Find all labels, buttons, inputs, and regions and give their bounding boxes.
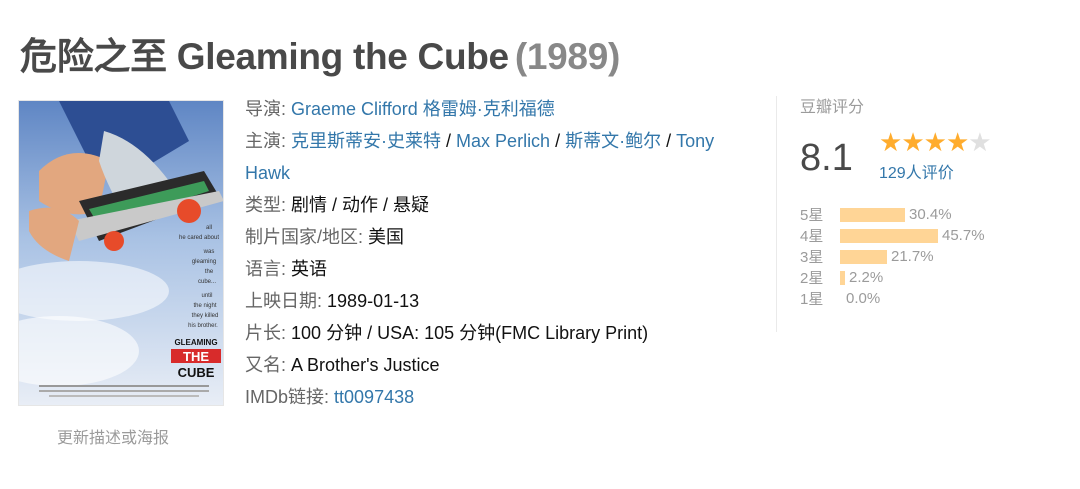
cast-row: 主演: 克里斯蒂安·史莱特 / Max Perlich / 斯蒂文·鲍尔 / T… xyxy=(245,131,715,183)
director-link[interactable]: Graeme Clifford 格雷姆·克利福德 xyxy=(291,99,555,119)
poster-tagline-5: cube... xyxy=(198,279,216,285)
country-row: 制片国家/地区: 美国 xyxy=(245,221,755,253)
aka-row: 又名: A Brother's Justice xyxy=(245,349,755,381)
rating-dist-bar xyxy=(840,270,845,285)
poster-tagline-8: they killed xyxy=(192,313,219,319)
star-icon: ★ xyxy=(923,127,947,157)
rating-dist-percent: 30.4% xyxy=(909,206,952,223)
rating-dist-label: 1星 xyxy=(800,291,824,308)
update-description-link[interactable]: 更新描述或海报 xyxy=(57,424,169,448)
runtime-value: 100 分钟 / USA: 105 分钟(FMC Library Print) xyxy=(291,323,649,343)
rating-dist-label: 4星 xyxy=(800,228,824,245)
country-label: 制片国家/地区: xyxy=(245,227,364,247)
rating-dist-label: 5星 xyxy=(800,207,824,224)
poster-tagline-2: was xyxy=(203,249,215,255)
genre-label: 类型: xyxy=(245,195,287,215)
rating-dist-row: 4星 45.7% xyxy=(800,225,985,246)
cast-link-3[interactable]: 斯蒂文·鲍尔 xyxy=(565,131,661,151)
rating-panel: 豆瓣评分 8.1 ★★★★★ 129人评价 xyxy=(800,93,1060,182)
cast-link-2[interactable]: Max Perlich xyxy=(456,131,550,151)
rating-dist-row: 5星 30.4% xyxy=(800,204,985,225)
cast-link-1[interactable]: 克里斯蒂安·史莱特 xyxy=(291,131,441,151)
poster-logo-top: GLEAMING xyxy=(174,338,217,347)
poster-tagline-3: gleaming xyxy=(192,259,216,265)
rating-dist-label: 3星 xyxy=(800,249,824,266)
rating-dist-percent: 0.0% xyxy=(846,290,881,307)
poster-tagline-0: all xyxy=(206,225,212,231)
director-label: 导演: xyxy=(245,99,287,119)
rating-dist-percent: 2.2% xyxy=(849,269,884,286)
release-row: 上映日期: 1989-01-13 xyxy=(245,285,755,317)
poster-logo-mid: THE xyxy=(183,349,209,364)
genre-value: 剧情 / 动作 / 悬疑 xyxy=(291,195,430,215)
movie-info: 导演: Graeme Clifford 格雷姆·克利福德 主演: 克里斯蒂安·史… xyxy=(245,93,755,413)
star-icon: ★ xyxy=(968,127,991,157)
poster-logo-bottom: CUBE xyxy=(178,365,215,380)
movie-poster[interactable]: all he cared about was gleaming the cube… xyxy=(18,100,224,406)
rating-label: 豆瓣评分 xyxy=(800,99,865,116)
rating-votes-link[interactable]: 129人评价 xyxy=(879,159,954,183)
star-icon: ★ xyxy=(879,127,902,157)
rating-dist-bar xyxy=(840,207,905,222)
aka-value: A Brother's Justice xyxy=(291,355,440,375)
runtime-row: 片长: 100 分钟 / USA: 105 分钟(FMC Library Pri… xyxy=(245,317,755,349)
poster-tagline-4: the xyxy=(205,269,214,275)
imdb-link[interactable]: tt0097438 xyxy=(334,387,414,407)
aka-label: 又名: xyxy=(245,355,287,375)
poster-tagline-6: until xyxy=(201,293,212,299)
poster-tagline-9: his brother. xyxy=(188,323,218,329)
poster-image: all he cared about was gleaming the cube… xyxy=(19,101,223,405)
release-label: 上映日期: xyxy=(245,291,323,311)
rating-dist-label: 2星 xyxy=(800,270,824,287)
runtime-label: 片长: xyxy=(245,323,287,343)
star-icon: ★ xyxy=(901,127,924,157)
poster-tagline-1: he cared about xyxy=(179,235,219,241)
rating-score: 8.1 xyxy=(800,137,853,179)
rating-dist-bar xyxy=(840,249,887,264)
country-value: 美国 xyxy=(368,227,405,247)
poster-tagline-7: the night xyxy=(193,303,216,309)
imdb-label: IMDb链接: xyxy=(245,387,330,407)
rating-dist-bar xyxy=(840,228,938,243)
cast-label: 主演: xyxy=(245,131,287,151)
star-icon: ★ xyxy=(945,127,969,157)
page-title: 危险之至 Gleaming the Cube (1989) xyxy=(20,26,620,80)
language-label: 语言: xyxy=(245,259,287,279)
rating-stars: ★★★★★ xyxy=(879,127,992,158)
rating-dist-row: 1星 0.0% xyxy=(800,288,985,309)
genre-row: 类型: 剧情 / 动作 / 悬疑 xyxy=(245,189,755,221)
rating-distribution: 5星 30.4% 4星 45.7% 3星 21.7% 2星 2.2% 1星 0.0% xyxy=(800,204,985,309)
rating-dist-percent: 45.7% xyxy=(942,227,985,244)
rating-dist-row: 3星 21.7% xyxy=(800,246,985,267)
release-value: 1989-01-13 xyxy=(327,291,420,311)
rating-dist-percent: 21.7% xyxy=(891,248,934,265)
section-divider xyxy=(776,96,777,332)
director-row: 导演: Graeme Clifford 格雷姆·克利福德 xyxy=(245,93,755,125)
movie-title: 危险之至 Gleaming the Cube xyxy=(20,36,509,77)
language-row: 语言: 英语 xyxy=(245,253,755,285)
movie-year: (1989) xyxy=(514,36,620,77)
language-value: 英语 xyxy=(291,259,328,279)
rating-dist-row: 2星 2.2% xyxy=(800,267,985,288)
imdb-row: IMDb链接: tt0097438 xyxy=(245,381,755,413)
